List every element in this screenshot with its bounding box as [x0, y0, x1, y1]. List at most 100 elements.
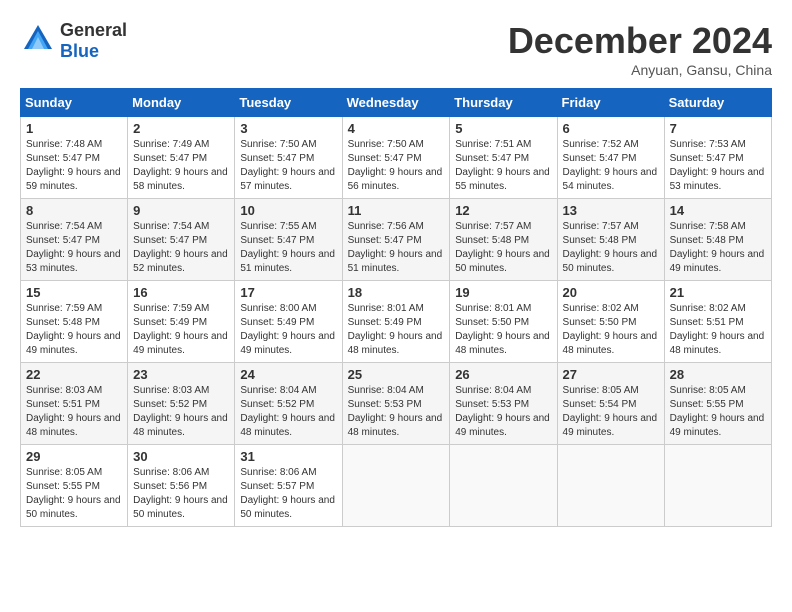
day-info: Sunrise: 7:57 AMSunset: 5:48 PMDaylight:…	[563, 220, 659, 276]
day-number: 18	[348, 285, 445, 300]
calendar-day-cell	[664, 445, 771, 527]
calendar-day-cell: 1 Sunrise: 7:48 AMSunset: 5:47 PMDaylight…	[21, 117, 128, 199]
day-info: Sunrise: 7:51 AMSunset: 5:47 PMDaylight:…	[455, 138, 551, 194]
calendar-day-cell: 26 Sunrise: 8:04 AMSunset: 5:53 PMDayligh…	[450, 363, 557, 445]
day-number: 31	[240, 449, 336, 464]
calendar-day-cell: 21 Sunrise: 8:02 AMSunset: 5:51 PMDayligh…	[664, 281, 771, 363]
calendar-day-cell: 28 Sunrise: 8:05 AMSunset: 5:55 PMDayligh…	[664, 363, 771, 445]
day-number: 9	[133, 203, 229, 218]
day-info: Sunrise: 7:49 AMSunset: 5:47 PMDaylight:…	[133, 138, 229, 194]
weekday-header: Saturday	[664, 89, 771, 117]
day-number: 26	[455, 367, 551, 382]
day-info: Sunrise: 8:04 AMSunset: 5:53 PMDaylight:…	[348, 384, 445, 440]
calendar-day-cell: 14 Sunrise: 7:58 AMSunset: 5:48 PMDayligh…	[664, 199, 771, 281]
calendar-day-cell: 15 Sunrise: 7:59 AMSunset: 5:48 PMDayligh…	[21, 281, 128, 363]
calendar-week-row: 29Sunrise: 8:05 AMSunset: 5:55 PMDayligh…	[21, 445, 772, 527]
day-info: Sunrise: 7:48 AMSunset: 5:47 PMDaylight:…	[26, 138, 122, 194]
day-info: Sunrise: 8:01 AMSunset: 5:49 PMDaylight:…	[348, 302, 445, 358]
day-number: 28	[670, 367, 766, 382]
day-number: 8	[26, 203, 122, 218]
weekday-header: Sunday	[21, 89, 128, 117]
calendar-day-cell: 17Sunrise: 8:00 AMSunset: 5:49 PMDayligh…	[235, 281, 342, 363]
day-number: 25	[348, 367, 445, 382]
day-info: Sunrise: 7:50 AMSunset: 5:47 PMDaylight:…	[348, 138, 445, 194]
day-number: 7	[670, 121, 766, 136]
day-info: Sunrise: 7:59 AMSunset: 5:49 PMDaylight:…	[133, 302, 229, 358]
logo-blue: Blue	[60, 41, 99, 61]
calendar-day-cell: 19 Sunrise: 8:01 AMSunset: 5:50 PMDayligh…	[450, 281, 557, 363]
day-number: 10	[240, 203, 336, 218]
month-title: December 2024	[508, 20, 772, 62]
day-number: 14	[670, 203, 766, 218]
day-info: Sunrise: 7:56 AMSunset: 5:47 PMDaylight:…	[348, 220, 445, 276]
calendar-day-cell: 20 Sunrise: 8:02 AMSunset: 5:50 PMDayligh…	[557, 281, 664, 363]
calendar-day-cell: 12Sunrise: 7:57 AMSunset: 5:48 PMDayligh…	[450, 199, 557, 281]
day-number: 15	[26, 285, 122, 300]
calendar-day-cell: 16 Sunrise: 7:59 AMSunset: 5:49 PMDayligh…	[128, 281, 235, 363]
day-info: Sunrise: 8:05 AMSunset: 5:54 PMDaylight:…	[563, 384, 659, 440]
calendar-week-row: 1 Sunrise: 7:48 AMSunset: 5:47 PMDaylight…	[21, 117, 772, 199]
day-number: 29	[26, 449, 122, 464]
weekday-header: Wednesday	[342, 89, 450, 117]
page-header: General Blue December 2024 Anyuan, Gansu…	[20, 20, 772, 78]
calendar-day-cell: 8 Sunrise: 7:54 AMSunset: 5:47 PMDaylight…	[21, 199, 128, 281]
calendar-week-row: 15 Sunrise: 7:59 AMSunset: 5:48 PMDayligh…	[21, 281, 772, 363]
calendar-day-cell	[557, 445, 664, 527]
day-number: 20	[563, 285, 659, 300]
calendar-day-cell: 7 Sunrise: 7:53 AMSunset: 5:47 PMDaylight…	[664, 117, 771, 199]
calendar-header-row: SundayMondayTuesdayWednesdayThursdayFrid…	[21, 89, 772, 117]
day-info: Sunrise: 7:54 AMSunset: 5:47 PMDaylight:…	[133, 220, 229, 276]
weekday-header: Monday	[128, 89, 235, 117]
day-info: Sunrise: 8:01 AMSunset: 5:50 PMDaylight:…	[455, 302, 551, 358]
location: Anyuan, Gansu, China	[508, 62, 772, 78]
calendar-week-row: 22 Sunrise: 8:03 AMSunset: 5:51 PMDayligh…	[21, 363, 772, 445]
calendar-day-cell: 6Sunrise: 7:52 AMSunset: 5:47 PMDaylight…	[557, 117, 664, 199]
calendar-day-cell: 30Sunrise: 8:06 AMSunset: 5:56 PMDayligh…	[128, 445, 235, 527]
day-info: Sunrise: 8:03 AMSunset: 5:52 PMDaylight:…	[133, 384, 229, 440]
calendar-day-cell: 18 Sunrise: 8:01 AMSunset: 5:49 PMDayligh…	[342, 281, 450, 363]
calendar-day-cell: 13 Sunrise: 7:57 AMSunset: 5:48 PMDayligh…	[557, 199, 664, 281]
day-number: 21	[670, 285, 766, 300]
day-info: Sunrise: 7:53 AMSunset: 5:47 PMDaylight:…	[670, 138, 766, 194]
day-number: 2	[133, 121, 229, 136]
calendar-day-cell: 3Sunrise: 7:50 AMSunset: 5:47 PMDaylight…	[235, 117, 342, 199]
calendar-day-cell: 4 Sunrise: 7:50 AMSunset: 5:47 PMDaylight…	[342, 117, 450, 199]
day-info: Sunrise: 8:00 AMSunset: 5:49 PMDaylight:…	[240, 302, 336, 358]
day-info: Sunrise: 8:05 AMSunset: 5:55 PMDaylight:…	[670, 384, 766, 440]
day-info: Sunrise: 8:02 AMSunset: 5:50 PMDaylight:…	[563, 302, 659, 358]
day-number: 13	[563, 203, 659, 218]
day-info: Sunrise: 7:57 AMSunset: 5:48 PMDaylight:…	[455, 220, 551, 276]
calendar-day-cell: 9 Sunrise: 7:54 AMSunset: 5:47 PMDaylight…	[128, 199, 235, 281]
day-info: Sunrise: 7:54 AMSunset: 5:47 PMDaylight:…	[26, 220, 122, 276]
day-number: 3	[240, 121, 336, 136]
logo: General Blue	[20, 20, 127, 62]
day-number: 19	[455, 285, 551, 300]
logo-icon	[20, 21, 56, 62]
day-info: Sunrise: 8:04 AMSunset: 5:52 PMDaylight:…	[240, 384, 336, 440]
day-info: Sunrise: 8:06 AMSunset: 5:57 PMDaylight:…	[240, 466, 336, 522]
weekday-header: Tuesday	[235, 89, 342, 117]
day-number: 11	[348, 203, 445, 218]
calendar-day-cell: 5Sunrise: 7:51 AMSunset: 5:47 PMDaylight…	[450, 117, 557, 199]
calendar-day-cell: 31 Sunrise: 8:06 AMSunset: 5:57 PMDayligh…	[235, 445, 342, 527]
calendar-day-cell: 27 Sunrise: 8:05 AMSunset: 5:54 PMDayligh…	[557, 363, 664, 445]
day-number: 16	[133, 285, 229, 300]
logo-general: General	[60, 20, 127, 40]
day-info: Sunrise: 8:03 AMSunset: 5:51 PMDaylight:…	[26, 384, 122, 440]
day-info: Sunrise: 7:59 AMSunset: 5:48 PMDaylight:…	[26, 302, 122, 358]
day-info: Sunrise: 7:58 AMSunset: 5:48 PMDaylight:…	[670, 220, 766, 276]
day-number: 22	[26, 367, 122, 382]
calendar-day-cell: 23 Sunrise: 8:03 AMSunset: 5:52 PMDayligh…	[128, 363, 235, 445]
title-block: December 2024 Anyuan, Gansu, China	[508, 20, 772, 78]
day-number: 23	[133, 367, 229, 382]
calendar-day-cell: 2 Sunrise: 7:49 AMSunset: 5:47 PMDaylight…	[128, 117, 235, 199]
day-number: 1	[26, 121, 122, 136]
day-info: Sunrise: 8:04 AMSunset: 5:53 PMDaylight:…	[455, 384, 551, 440]
day-number: 4	[348, 121, 445, 136]
weekday-header: Thursday	[450, 89, 557, 117]
calendar-table: SundayMondayTuesdayWednesdayThursdayFrid…	[20, 88, 772, 527]
day-number: 6	[563, 121, 659, 136]
day-number: 27	[563, 367, 659, 382]
calendar-day-cell: 29Sunrise: 8:05 AMSunset: 5:55 PMDayligh…	[21, 445, 128, 527]
day-info: Sunrise: 8:02 AMSunset: 5:51 PMDaylight:…	[670, 302, 766, 358]
